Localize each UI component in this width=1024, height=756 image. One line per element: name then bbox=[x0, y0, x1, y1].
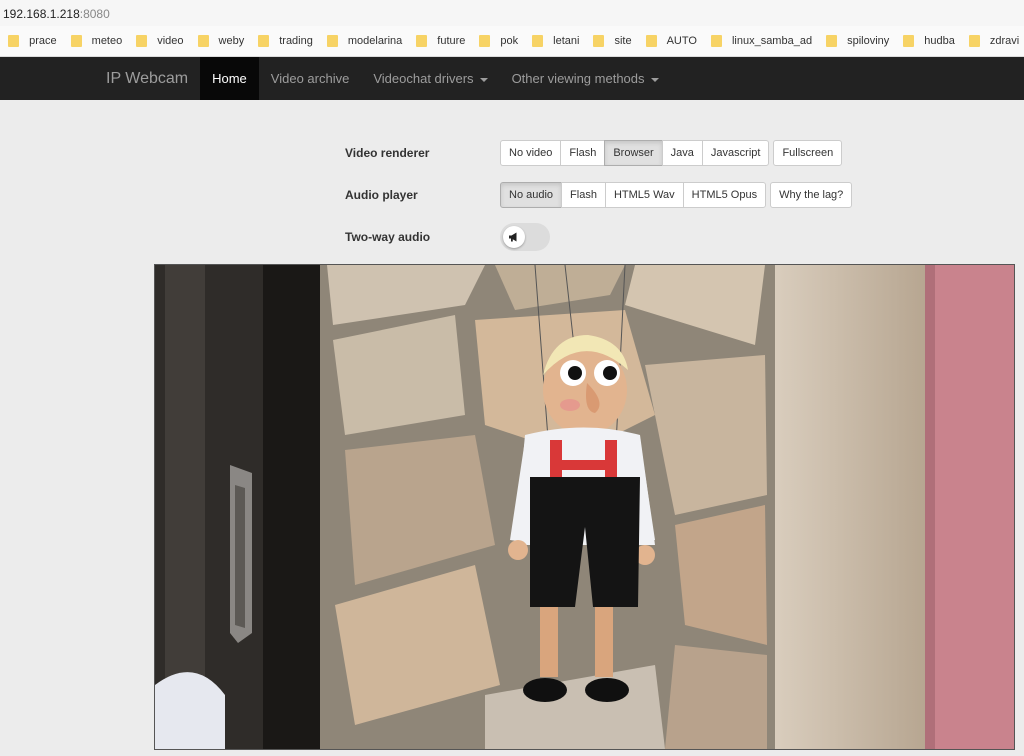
bookmark-item[interactable]: spiloviny bbox=[826, 35, 889, 47]
folder-icon bbox=[197, 35, 209, 47]
bookmark-label: zdravi bbox=[989, 35, 1020, 47]
folder-icon bbox=[968, 35, 980, 47]
bookmark-label: hudba bbox=[924, 35, 955, 47]
renderer-no-video-button[interactable]: No video bbox=[500, 140, 562, 166]
nav-home-label: Home bbox=[212, 71, 247, 86]
bookmark-item[interactable]: AUTO bbox=[645, 35, 697, 47]
bookmark-label: site bbox=[614, 35, 632, 47]
fullscreen-button[interactable]: Fullscreen bbox=[773, 140, 843, 166]
bookmark-item[interactable]: linux_samba_ad bbox=[710, 35, 813, 47]
top-navbar: IP Webcam Home Video archive Videochat d… bbox=[0, 57, 1024, 100]
bookmarks-bar: epracemeteovideowebytradingmodelarinafut… bbox=[0, 26, 1024, 57]
caret-down-icon bbox=[479, 77, 488, 82]
nav-videochat-drivers[interactable]: Videochat drivers bbox=[361, 57, 499, 100]
bookmark-item[interactable]: prace bbox=[8, 35, 57, 47]
folder-icon bbox=[8, 35, 20, 47]
bookmark-label: AUTO bbox=[666, 35, 697, 47]
audio-flash-button[interactable]: Flash bbox=[561, 182, 606, 208]
nav-home[interactable]: Home bbox=[200, 57, 259, 100]
bookmark-label: future bbox=[437, 35, 466, 47]
url-host: 192.168.1.218 bbox=[3, 7, 80, 21]
address-bar[interactable]: 192.168.1.218:8080 bbox=[0, 0, 1024, 26]
brand-link[interactable]: IP Webcam bbox=[106, 70, 188, 88]
bookmark-item[interactable]: meteo bbox=[70, 35, 123, 47]
bookmark-label: modelarina bbox=[347, 35, 403, 47]
video-renderer-row: Video renderer No video Flash Browser Ja… bbox=[345, 140, 843, 166]
renderer-flash-button[interactable]: Flash bbox=[560, 140, 606, 166]
bookmark-item[interactable]: future bbox=[416, 35, 465, 47]
camera-frame-image bbox=[155, 265, 1014, 749]
video-renderer-group: No video Flash Browser Java Javascript bbox=[500, 140, 770, 166]
megaphone-icon bbox=[509, 232, 517, 242]
toggle-knob bbox=[503, 226, 525, 248]
bookmark-item[interactable]: video bbox=[136, 35, 184, 47]
folder-icon bbox=[416, 35, 428, 47]
audio-no-audio-button[interactable]: No audio bbox=[500, 182, 563, 208]
bookmark-item[interactable]: site bbox=[593, 35, 632, 47]
bookmark-label: meteo bbox=[91, 35, 123, 47]
folder-icon bbox=[903, 35, 915, 47]
url-port: :8080 bbox=[79, 7, 110, 21]
bookmark-label: prace bbox=[29, 35, 57, 47]
bookmark-item[interactable]: pok bbox=[479, 35, 518, 47]
nav-other-viewing-methods[interactable]: Other viewing methods bbox=[500, 57, 671, 100]
folder-icon bbox=[326, 35, 338, 47]
nav-videochat-drivers-label: Videochat drivers bbox=[373, 71, 474, 86]
renderer-browser-button[interactable]: Browser bbox=[604, 140, 663, 166]
nav-other-viewing-methods-label: Other viewing methods bbox=[511, 71, 645, 86]
audio-player-label: Audio player bbox=[345, 188, 418, 202]
folder-icon bbox=[645, 35, 657, 47]
video-renderer-label: Video renderer bbox=[345, 146, 430, 160]
bookmark-item[interactable]: hudba bbox=[903, 35, 955, 47]
two-way-audio-row: Two-way audio bbox=[345, 223, 550, 251]
bookmark-label: pok bbox=[500, 35, 519, 47]
bookmark-label: linux_samba_ad bbox=[731, 35, 813, 47]
folder-icon bbox=[593, 35, 605, 47]
caret-down-icon bbox=[650, 77, 659, 82]
folder-icon bbox=[710, 35, 722, 47]
folder-icon bbox=[70, 35, 82, 47]
nav-video-archive-label: Video archive bbox=[270, 71, 350, 86]
renderer-javascript-button[interactable]: Javascript bbox=[701, 140, 770, 166]
bookmark-item[interactable]: zdravi bbox=[968, 35, 1020, 47]
bookmark-label: weby bbox=[218, 35, 245, 47]
bookmark-label: letani bbox=[553, 35, 580, 47]
audio-player-group: No audio Flash HTML5 Wav HTML5 Opus bbox=[500, 182, 767, 208]
renderer-java-button[interactable]: Java bbox=[661, 140, 703, 166]
two-way-audio-label: Two-way audio bbox=[345, 230, 431, 244]
folder-icon bbox=[532, 35, 544, 47]
nav-video-archive[interactable]: Video archive bbox=[259, 57, 362, 100]
folder-icon bbox=[826, 35, 838, 47]
bookmark-item[interactable]: letani bbox=[532, 35, 579, 47]
bookmark-item[interactable]: weby bbox=[197, 35, 245, 47]
bookmark-label: spiloviny bbox=[847, 35, 890, 47]
folder-icon bbox=[479, 35, 491, 47]
folder-icon bbox=[136, 35, 148, 47]
bookmark-item[interactable]: modelarina bbox=[326, 35, 403, 47]
audio-html5-wav-button[interactable]: HTML5 Wav bbox=[604, 182, 684, 208]
bookmark-label: trading bbox=[279, 35, 313, 47]
bookmark-label: video bbox=[157, 35, 184, 47]
why-the-lag-button[interactable]: Why the lag? bbox=[770, 182, 853, 208]
two-way-audio-toggle[interactable] bbox=[500, 223, 550, 251]
video-stream bbox=[154, 264, 1015, 750]
folder-icon bbox=[258, 35, 270, 47]
audio-player-row: Audio player No audio Flash HTML5 Wav HT… bbox=[345, 182, 853, 208]
bookmark-item[interactable]: trading bbox=[258, 35, 313, 47]
audio-html5-opus-button[interactable]: HTML5 Opus bbox=[682, 182, 767, 208]
